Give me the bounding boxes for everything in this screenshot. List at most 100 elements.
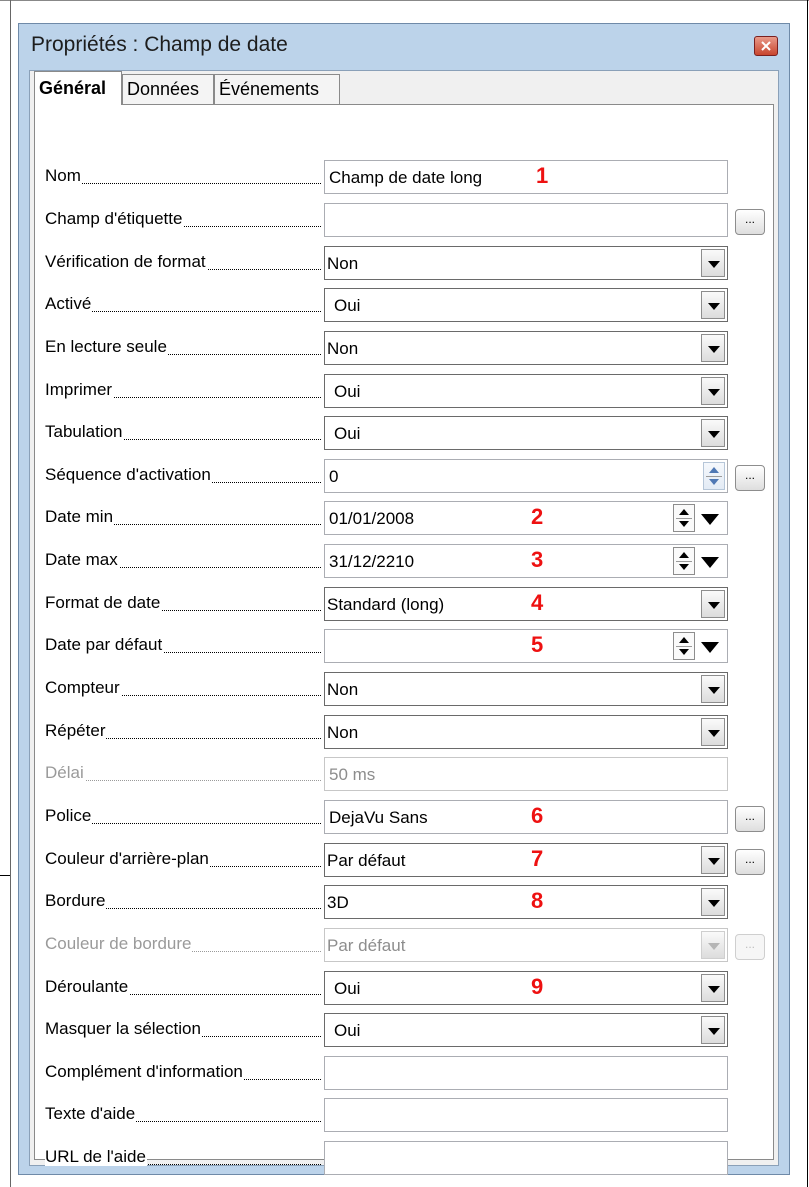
label-wrap: Date par défaut xyxy=(45,635,321,657)
field-value: 31/12/2210 xyxy=(329,552,415,571)
property-label-delai: Délai xyxy=(45,763,321,785)
annotation-marker: 4 xyxy=(531,590,544,615)
label-text: Séquence d'activation xyxy=(45,465,212,484)
annotation-marker: 6 xyxy=(531,803,544,828)
label-text: Compteur xyxy=(45,678,121,697)
property-field-verification-de-format[interactable]: Non xyxy=(324,246,728,280)
field-value: Non xyxy=(327,723,359,742)
spin-button[interactable] xyxy=(703,462,725,490)
property-label-police: Police xyxy=(45,806,321,828)
spin-button[interactable] xyxy=(673,632,695,660)
dialog-client-area: Général Données Événements Nom Champ de d… xyxy=(29,70,779,1175)
property-field-date-min[interactable]: 01/01/2008 2 xyxy=(324,501,728,535)
property-label-couleur-d-arriere-plan: Couleur d'arrière-plan xyxy=(45,849,321,871)
property-field-deroulante[interactable]: Oui 9 xyxy=(324,971,728,1005)
property-field-masquer-la-selection[interactable]: Oui xyxy=(324,1013,728,1047)
property-field-date-max[interactable]: 31/12/2210 3 xyxy=(324,544,728,578)
property-row-format-de-date: Format de date Standard (long) 4 xyxy=(35,584,773,624)
label-text: Complément d'information xyxy=(45,1062,244,1081)
spin-button[interactable] xyxy=(673,504,695,532)
property-row-url-de-l-aide: URL de l'aide xyxy=(35,1138,773,1178)
property-field-texte-d-aide[interactable] xyxy=(324,1098,728,1132)
spin-up-icon xyxy=(679,509,689,515)
dropdown-button[interactable] xyxy=(701,590,725,618)
annotation-marker: 3 xyxy=(531,547,544,572)
property-field-bordure[interactable]: 3D 8 xyxy=(324,885,728,919)
label-wrap: Police xyxy=(45,806,321,828)
property-field-complement-d-information[interactable] xyxy=(324,1056,728,1090)
property-field-sequence-d-activation[interactable]: 0 xyxy=(324,459,728,493)
property-field-compteur[interactable]: Non xyxy=(324,672,728,706)
ellipsis-button[interactable]: ... xyxy=(735,849,765,875)
property-row-bordure: Bordure 3D 8 xyxy=(35,882,773,922)
field-value: Oui xyxy=(334,1021,361,1040)
property-row-repeter: Répéter Non xyxy=(35,712,773,752)
tab-evenements[interactable]: Événements xyxy=(214,74,340,104)
property-label-texte-d-aide: Texte d'aide xyxy=(45,1104,321,1126)
dropdown-button[interactable] xyxy=(701,675,725,703)
dropdown-button[interactable] xyxy=(701,291,725,319)
label-text: Police xyxy=(45,806,93,825)
chevron-down-icon xyxy=(708,303,720,310)
property-field-active[interactable]: Oui xyxy=(324,288,728,322)
properties-dialog: Propriétés : Champ de date Général Donné… xyxy=(18,23,790,1175)
dropdown-button[interactable] xyxy=(701,1016,725,1044)
property-row-couleur-de-bordure: Couleur de bordure Par défaut... xyxy=(35,925,773,965)
dropdown-button[interactable] xyxy=(701,974,725,1002)
property-field-couleur-d-arriere-plan[interactable]: Par défaut 7 xyxy=(324,843,728,877)
property-field-police[interactable]: DejaVu Sans 6 xyxy=(324,800,728,834)
ellipsis-button: ... xyxy=(735,934,765,960)
property-row-en-lecture-seule: En lecture seule Non xyxy=(35,328,773,368)
label-text: Format de date xyxy=(45,593,162,612)
dropdown-button[interactable] xyxy=(701,249,725,277)
dropdown-button[interactable] xyxy=(701,419,725,447)
spin-up-icon xyxy=(709,467,719,473)
chevron-down-icon xyxy=(708,900,720,907)
label-text: Activé xyxy=(45,294,93,313)
dropdown-button[interactable] xyxy=(701,718,725,746)
dropdown-button[interactable] xyxy=(701,888,725,916)
ellipsis-button[interactable]: ... xyxy=(735,806,765,832)
property-field-delai: 50 ms xyxy=(324,757,728,791)
property-field-en-lecture-seule[interactable]: Non xyxy=(324,331,728,365)
property-field-url-de-l-aide[interactable] xyxy=(324,1141,728,1175)
chevron-down-icon xyxy=(708,986,720,993)
frame-tick-left xyxy=(0,875,10,876)
property-row-couleur-d-arriere-plan: Couleur d'arrière-plan Par défaut 7... xyxy=(35,840,773,880)
dropdown-button[interactable] xyxy=(701,377,725,405)
label-text: Champ d'étiquette xyxy=(45,209,184,228)
property-row-compteur: Compteur Non xyxy=(35,669,773,709)
property-row-champ-d-etiquette: Champ d'étiquette... xyxy=(35,200,773,240)
label-wrap: Format de date xyxy=(45,593,321,615)
label-wrap: Masquer la sélection xyxy=(45,1019,321,1041)
ellipsis-button[interactable]: ... xyxy=(735,465,765,491)
property-row-delai: Délai 50 ms xyxy=(35,754,773,794)
property-row-police: Police DejaVu Sans 6... xyxy=(35,797,773,837)
frame-line-top xyxy=(0,0,809,1)
annotation-marker: 5 xyxy=(531,632,544,657)
property-field-tabulation[interactable]: Oui xyxy=(324,416,728,450)
property-field-imprimer[interactable]: Oui xyxy=(324,374,728,408)
label-wrap: Imprimer xyxy=(45,380,321,402)
property-field-nom[interactable]: Champ de date long 1 xyxy=(324,160,728,194)
label-wrap: Date max xyxy=(45,550,321,572)
dropdown-button[interactable] xyxy=(701,846,725,874)
label-text: Date min xyxy=(45,507,115,526)
field-value: 01/01/2008 xyxy=(329,509,415,528)
property-field-format-de-date[interactable]: Standard (long) 4 xyxy=(324,587,728,621)
property-field-repeter[interactable]: Non xyxy=(324,715,728,749)
tab-general[interactable]: Général xyxy=(34,71,122,105)
field-value: 0 xyxy=(329,467,339,486)
ellipsis-button[interactable]: ... xyxy=(735,209,765,235)
tab-donnees[interactable]: Données xyxy=(122,74,214,104)
close-button[interactable] xyxy=(754,36,778,56)
field-value: Non xyxy=(327,254,359,273)
dropdown-button[interactable] xyxy=(701,334,725,362)
property-label-bordure: Bordure xyxy=(45,891,321,913)
property-field-champ-d-etiquette[interactable] xyxy=(324,203,728,237)
chevron-down-icon xyxy=(708,1028,720,1035)
spin-button[interactable] xyxy=(673,547,695,575)
property-field-date-par-defaut[interactable]: 5 xyxy=(324,629,728,663)
annotation-marker: 9 xyxy=(531,974,544,999)
property-label-repeter: Répéter xyxy=(45,721,321,743)
